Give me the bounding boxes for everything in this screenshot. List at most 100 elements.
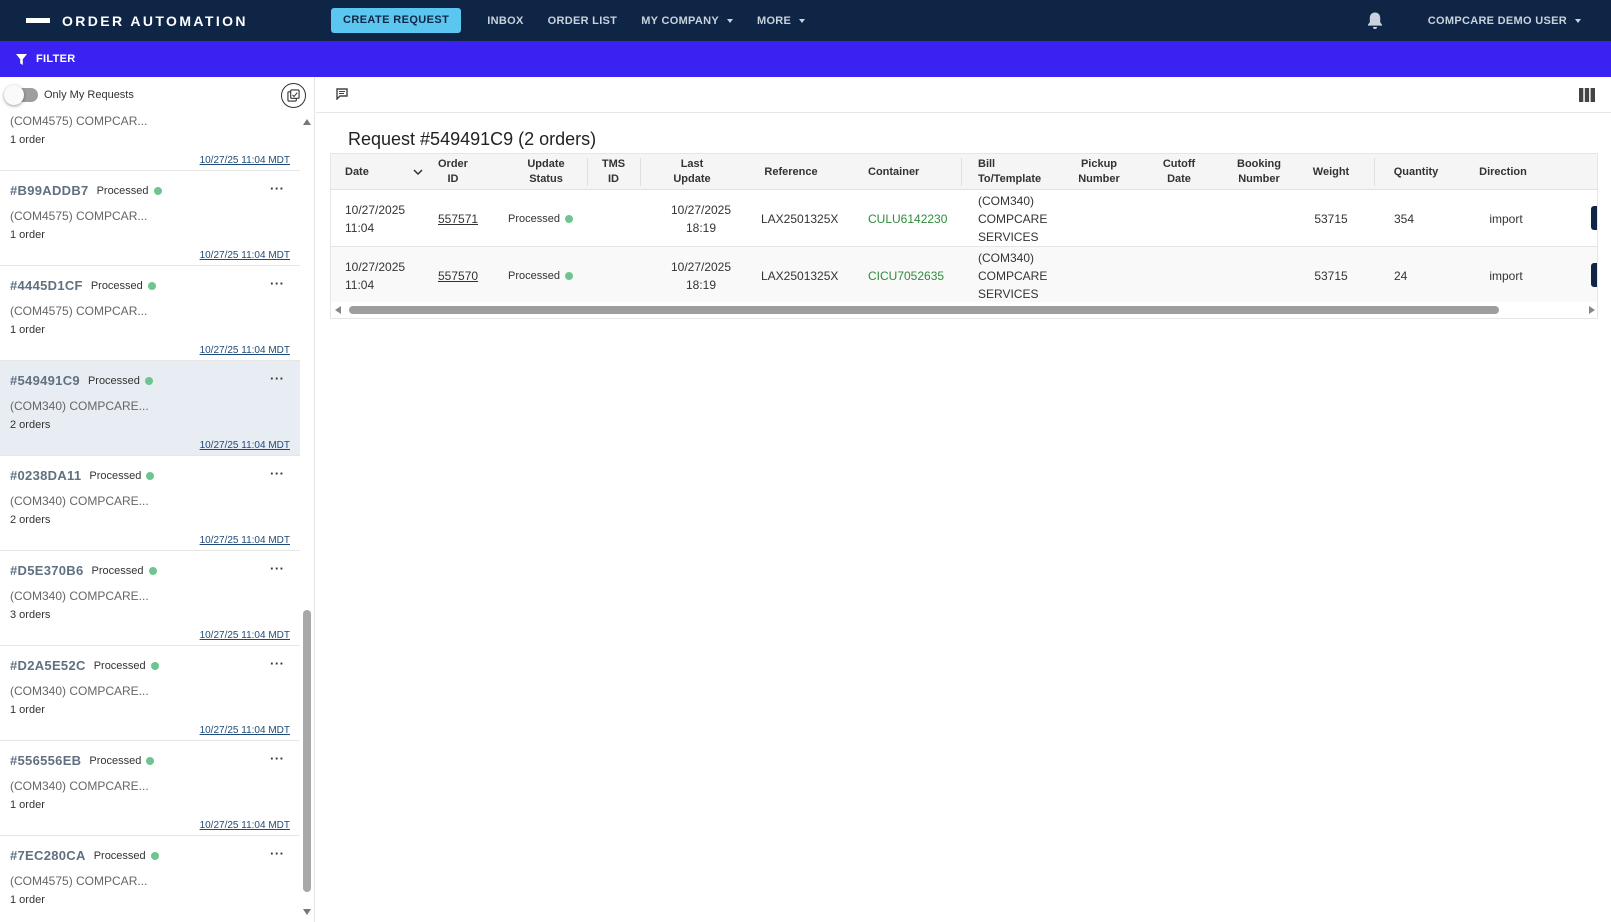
col-pickup-line1: Pickup <box>1080 158 1118 170</box>
cell-direction: import <box>1471 190 1541 247</box>
user-menu[interactable]: COMPCARE DEMO USER <box>1428 15 1581 27</box>
item-company: (COM4575) COMPCAR... <box>10 874 148 888</box>
col-tms-id[interactable]: TMS ID <box>591 154 636 190</box>
cell-date-line1: 10/27/2025 <box>345 259 406 274</box>
nav-more[interactable]: MORE <box>756 14 806 27</box>
bell-icon[interactable] <box>1366 11 1384 31</box>
more-icon[interactable]: ··· <box>270 847 285 860</box>
item-request-id: #556556EB <box>10 753 82 768</box>
more-icon[interactable]: ··· <box>270 372 285 385</box>
scrollbar-thumb[interactable] <box>303 610 311 892</box>
item-timestamp[interactable]: 10/27/25 11:04 MDT <box>200 820 290 831</box>
col-quantity[interactable]: Quantity <box>1381 154 1451 190</box>
list-item[interactable]: #4445D1CF Processed ··· (COM4575) COMPCA… <box>0 266 300 361</box>
create-request-button[interactable]: CREATE REQUEST <box>331 8 462 33</box>
col-weight[interactable]: Weight <box>1301 154 1361 190</box>
col-pickup-number-label: Pickup Number <box>1078 157 1120 187</box>
list-item[interactable]: #7EC280CA Processed ··· (COM4575) COMPCA… <box>0 836 300 922</box>
cell-bill-line3: SERVICES <box>978 286 1039 301</box>
more-icon[interactable]: ··· <box>270 752 285 765</box>
col-last-update-label: Last Update <box>673 157 710 187</box>
col-reference[interactable]: Reference <box>746 154 836 190</box>
order-id-link[interactable]: 557571 <box>438 210 478 228</box>
cell-last-update-value: 10/27/2025 18:19 <box>671 258 731 294</box>
cell-direction-value: import <box>1489 268 1523 283</box>
col-last-update[interactable]: Last Update <box>644 154 740 190</box>
cell-reference-value: LAX2501325X <box>761 211 839 226</box>
toggle-knob <box>4 85 24 105</box>
cell-container-value: CULU6142230 <box>868 211 948 226</box>
col-bill-to[interactable]: Bill To/Template <box>978 154 1068 190</box>
table-row[interactable]: 10/27/2025 11:04 557571 Processed 10/27/2… <box>331 190 1597 247</box>
item-timestamp[interactable]: 10/27/25 11:04 MDT <box>200 630 290 641</box>
row-action-handle[interactable] <box>1591 263 1597 287</box>
cell-order-id[interactable]: 557571 <box>438 190 498 247</box>
col-cutoff-date[interactable]: Cutoff Date <box>1144 154 1214 190</box>
cell-order-id[interactable]: 557570 <box>438 247 498 304</box>
list-item[interactable]: #556556EB Processed ··· (COM340) COMPCAR… <box>0 741 300 836</box>
col-order-id[interactable]: Order ID <box>438 154 498 190</box>
list-item-selected[interactable]: #549491C9 Processed ··· (COM340) COMPCAR… <box>0 361 300 456</box>
item-request-id: #B99ADDB7 <box>10 183 89 198</box>
order-id-link[interactable]: 557570 <box>438 267 478 285</box>
more-icon[interactable]: ··· <box>270 562 285 575</box>
message-icon[interactable] <box>336 88 348 100</box>
col-pickup-number[interactable]: Pickup Number <box>1064 154 1134 190</box>
col-update-status[interactable]: Update Status <box>501 154 591 190</box>
item-header: #B99ADDB7 Processed <box>10 183 162 198</box>
cell-bill-line1: (COM340) <box>978 250 1035 265</box>
list-item[interactable]: #D5E370B6 Processed ··· (COM340) COMPCAR… <box>0 551 300 646</box>
table-row[interactable]: 10/27/2025 11:04 557570 Processed 10/27/2… <box>331 247 1597 304</box>
item-timestamp[interactable]: 10/27/25 11:04 MDT <box>200 725 290 736</box>
list-item[interactable]: #0238DA11 Processed ··· (COM340) COMPCAR… <box>0 456 300 551</box>
cell-bill-to-value: (COM340) COMPCARE SERVICES <box>978 249 1047 303</box>
columns-icon[interactable] <box>1579 88 1595 102</box>
col-booking-number[interactable]: Booking Number <box>1219 154 1299 190</box>
scroll-left-arrow-icon[interactable] <box>335 306 341 314</box>
col-container[interactable]: Container <box>868 154 958 190</box>
col-direction[interactable]: Direction <box>1468 154 1538 190</box>
horizontal-scrollbar-thumb[interactable] <box>349 306 1499 314</box>
item-timestamp[interactable]: 10/27/25 11:04 MDT <box>200 345 290 356</box>
nav-more-label: MORE <box>756 14 792 27</box>
item-timestamp[interactable]: 10/27/25 11:04 MDT <box>200 155 290 166</box>
column-divider <box>961 158 962 186</box>
row-action-handle[interactable] <box>1591 206 1597 230</box>
filter-bar[interactable]: FILTER <box>0 41 1611 77</box>
item-status: Processed <box>93 849 146 862</box>
chevron-down-icon <box>1575 18 1581 23</box>
nav-my-company[interactable]: MY COMPANY <box>641 15 733 27</box>
more-icon[interactable]: ··· <box>270 657 285 670</box>
cell-last-update-line1: 10/27/2025 <box>670 259 732 274</box>
table-horizontal-scrollbar[interactable] <box>331 302 1597 318</box>
item-timestamp[interactable]: 10/27/25 11:04 MDT <box>200 440 290 451</box>
item-order-count: 1 order <box>10 229 45 241</box>
scroll-right-arrow-icon[interactable] <box>1589 306 1595 314</box>
compose-button[interactable] <box>281 83 306 108</box>
item-status: Processed <box>89 469 142 482</box>
cell-status-text: Processed <box>508 269 560 282</box>
scroll-up-arrow-icon[interactable] <box>303 119 311 125</box>
brand[interactable]: ORDER AUTOMATION <box>26 13 331 29</box>
list-item[interactable]: (COM4575) COMPCAR... 1 order 10/27/25 11… <box>0 113 300 171</box>
list-item[interactable]: #D2A5E52C Processed ··· (COM340) COMPCAR… <box>0 646 300 741</box>
chevron-down-icon[interactable] <box>413 169 423 175</box>
col-cutoff-line1: Cutoff <box>1162 158 1196 170</box>
more-icon[interactable]: ··· <box>270 467 285 480</box>
item-status: Processed <box>93 659 146 672</box>
scroll-down-arrow-icon[interactable] <box>303 909 311 915</box>
nav-order-list[interactable]: ORDER LIST <box>548 15 618 27</box>
col-reference-label: Reference <box>764 165 818 178</box>
more-icon[interactable]: ··· <box>270 277 285 290</box>
list-item[interactable]: #B99ADDB7 Processed ··· (COM4575) COMPCA… <box>0 171 300 266</box>
item-timestamp[interactable]: 10/27/25 11:04 MDT <box>200 535 290 546</box>
nav-inbox[interactable]: INBOX <box>487 15 523 27</box>
more-icon[interactable]: ··· <box>270 182 285 195</box>
list-scrollbar[interactable] <box>302 113 312 920</box>
col-order-id-line2: ID <box>447 173 459 185</box>
item-timestamp[interactable]: 10/27/25 11:04 MDT <box>200 250 290 261</box>
col-update-status-line1: Update <box>527 158 565 170</box>
request-detail-panel: Request #549491C9 (2 orders) Date Order I… <box>316 77 1611 922</box>
request-title: Request #549491C9 (2 orders) <box>348 129 597 149</box>
only-my-requests-toggle[interactable] <box>4 85 38 105</box>
